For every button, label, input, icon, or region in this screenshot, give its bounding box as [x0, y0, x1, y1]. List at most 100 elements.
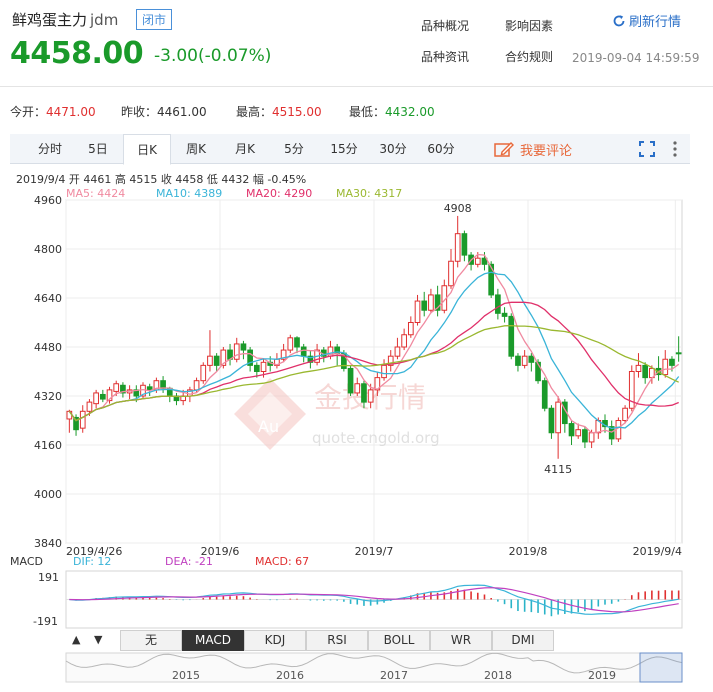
- candle: [240, 340, 247, 360]
- candle-body: [394, 346, 401, 357]
- candle-body: [86, 401, 93, 412]
- candle: [274, 353, 280, 369]
- candle: [561, 399, 568, 433]
- y-tick-label: 4160: [34, 439, 62, 452]
- candle: [508, 313, 515, 360]
- candle-body: [454, 233, 461, 262]
- candle: [294, 336, 300, 354]
- macd-tick-bottom: -191: [33, 615, 58, 628]
- chart-canvas[interactable]: 38404000416043204480464048004960 Au 金投行情…: [0, 0, 713, 692]
- candle: [495, 288, 501, 320]
- candle: [541, 377, 548, 412]
- candle-body: [213, 355, 220, 366]
- candle-body: [401, 334, 407, 348]
- candle-body: [541, 380, 548, 409]
- watermark-logo: Au: [234, 378, 306, 450]
- x-tick-label: 2019/8: [509, 545, 548, 558]
- candle: [407, 316, 414, 338]
- candle: [300, 343, 307, 363]
- candle-body: [508, 315, 515, 357]
- candle: [233, 337, 240, 363]
- candle-body: [548, 407, 555, 434]
- candle: [421, 291, 428, 317]
- macd-dea: DEA: -21: [165, 555, 213, 568]
- candle: [307, 350, 314, 369]
- candle-body: [461, 233, 468, 256]
- navigator-year-label: 2016: [276, 669, 304, 682]
- candle: [635, 353, 642, 378]
- extreme-label: 4115: [544, 463, 572, 476]
- navigator-year-label: 2019: [588, 669, 616, 682]
- candle-body: [474, 257, 481, 265]
- indicator-macd[interactable]: MACD: [182, 630, 244, 651]
- candle-body: [233, 343, 240, 360]
- y-tick-label: 4640: [34, 292, 62, 305]
- candle: [160, 376, 166, 393]
- candle: [79, 405, 86, 433]
- x-tick-label: 2019/9/4: [633, 545, 682, 558]
- macd-dif: DIF: 12: [73, 555, 112, 568]
- candle: [401, 328, 407, 351]
- macd-title: MACD: [10, 555, 43, 568]
- candle-body: [79, 410, 86, 429]
- candle-body: [146, 386, 153, 391]
- candle-body: [414, 300, 421, 323]
- indicator-rsi[interactable]: RSI: [306, 630, 368, 651]
- candle: [387, 350, 394, 372]
- candle-body: [300, 346, 307, 357]
- indicator-dmi[interactable]: DMI: [492, 630, 554, 651]
- navigator-window[interactable]: [639, 652, 683, 683]
- y-tick-label: 4000: [34, 488, 62, 501]
- scroll-up-button[interactable]: ▲: [72, 633, 80, 646]
- candle-body: [354, 383, 361, 394]
- y-tick-label: 4960: [34, 194, 62, 207]
- indicator-wr[interactable]: WR: [430, 630, 492, 651]
- candle-body: [528, 355, 535, 363]
- indicator-none[interactable]: 无: [120, 630, 182, 651]
- candle-body: [635, 364, 642, 372]
- candle: [173, 392, 180, 406]
- candle-body: [555, 401, 561, 434]
- candle: [140, 382, 146, 400]
- candle-body: [361, 383, 367, 403]
- indicator-kdj[interactable]: KDJ: [244, 630, 306, 651]
- y-tick-label: 3840: [34, 537, 62, 550]
- candle-body: [588, 432, 595, 443]
- candle-body: [428, 294, 434, 311]
- candle-body: [675, 352, 682, 355]
- candle: [568, 420, 575, 445]
- candle-body: [99, 393, 106, 400]
- candle-body: [193, 380, 200, 391]
- candle-body: [367, 389, 374, 403]
- candle-body: [421, 300, 428, 311]
- candle: [287, 334, 294, 354]
- watermark-url: quote.cngold.org: [312, 429, 440, 447]
- candle: [247, 347, 253, 372]
- candle: [200, 362, 207, 384]
- candle: [655, 356, 662, 381]
- candle-body: [253, 364, 260, 372]
- candle-body: [240, 343, 247, 351]
- candle: [394, 337, 401, 360]
- candle-body: [93, 392, 99, 405]
- candle-body: [582, 429, 588, 443]
- candle: [662, 350, 669, 378]
- indicator-boll[interactable]: BOLL: [368, 630, 430, 651]
- candle-body: [260, 361, 267, 372]
- candle-body: [347, 367, 354, 394]
- candle: [642, 362, 649, 384]
- candle-body: [287, 337, 294, 351]
- navigator-year-label: 2017: [380, 669, 408, 682]
- candle: [675, 336, 682, 362]
- candle: [448, 249, 454, 289]
- candle: [126, 385, 133, 400]
- candle: [501, 307, 508, 323]
- candle-body: [381, 364, 387, 379]
- candle-body: [642, 364, 649, 379]
- candle: [207, 330, 213, 372]
- macd-tick-top: 191: [38, 571, 59, 584]
- candle-body: [662, 358, 669, 376]
- scroll-down-button[interactable]: ▼: [94, 633, 102, 646]
- candle-body: [622, 407, 628, 421]
- candle: [515, 353, 521, 372]
